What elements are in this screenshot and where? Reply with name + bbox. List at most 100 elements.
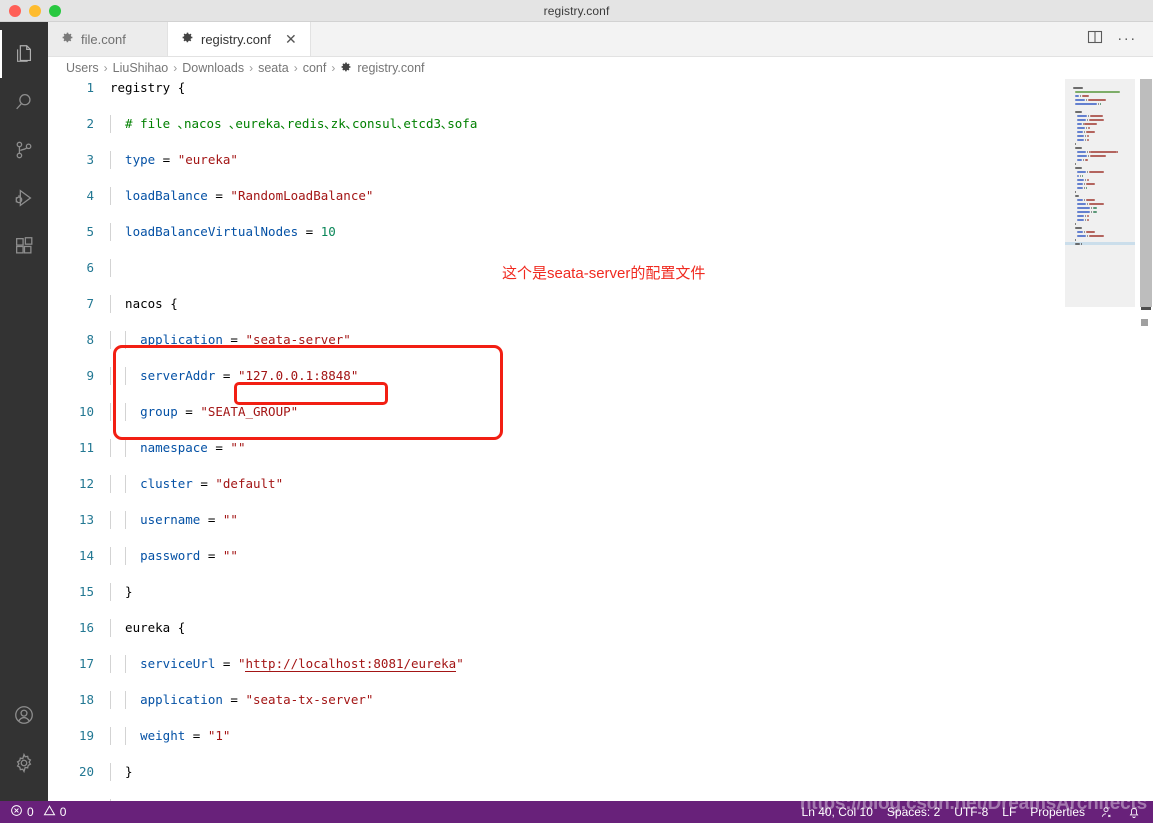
code-line[interactable]: 4 loadBalance = "RandomLoadBalance"	[48, 187, 1065, 205]
sidebar-item-explorer[interactable]	[0, 30, 48, 78]
warning-icon	[43, 804, 56, 820]
breadcrumb-label: conf	[302, 61, 327, 75]
breadcrumb-item-users[interactable]: Users	[66, 61, 99, 75]
code-line[interactable]: 7 nacos {	[48, 295, 1065, 313]
token-op: =	[200, 512, 223, 527]
breadcrumb-item-downloads[interactable]: Downloads	[182, 61, 244, 75]
token-str: ""	[222, 512, 238, 527]
breadcrumb-item-conf[interactable]: conf	[303, 61, 327, 75]
line-number: 19	[78, 728, 94, 743]
token-str: "eureka"	[177, 152, 238, 167]
sidebar-item-extensions[interactable]	[0, 222, 48, 270]
code-text: }	[110, 763, 133, 781]
code-line[interactable]: 14 password = ""	[48, 547, 1065, 565]
code-line[interactable]: 16 eureka {	[48, 619, 1065, 637]
code-line[interactable]: 1 registry {	[48, 79, 1065, 97]
code-text: type = "eureka"	[110, 151, 238, 169]
activity-bar	[0, 22, 48, 801]
status-eol[interactable]: LF	[1002, 805, 1016, 819]
error-count: 0	[27, 805, 34, 819]
token-str: "1"	[207, 728, 231, 743]
status-accounts-button[interactable]	[1099, 805, 1113, 819]
sidebar-item-settings[interactable]	[0, 739, 48, 787]
code-line[interactable]: 11 namespace = ""	[48, 439, 1065, 457]
token-key: group	[110, 404, 178, 419]
breadcrumb-item-file[interactable]: registry.conf	[340, 61, 425, 76]
code-line[interactable]: 17 serviceUrl = "http://localhost:8081/e…	[48, 655, 1065, 673]
more-actions-button[interactable]: ···	[1113, 25, 1141, 53]
code-line[interactable]: 9 serverAddr = "127.0.0.1:8848"	[48, 367, 1065, 385]
token-plain: }	[110, 764, 133, 779]
minimap-slider[interactable]	[1065, 79, 1135, 307]
token-key: username	[110, 512, 201, 527]
token-str: ""	[222, 548, 238, 563]
code-line[interactable]: 13 username = ""	[48, 511, 1065, 529]
scrollbar-thumb[interactable]	[1140, 79, 1152, 307]
token-str: "SEATA_GROUP"	[200, 404, 299, 419]
token-op: =	[177, 404, 201, 419]
files-icon	[13, 43, 35, 65]
tab-label: registry.conf	[201, 31, 271, 47]
code-line[interactable]: 5 loadBalanceVirtualNodes = 10	[48, 223, 1065, 241]
token-num: 10	[320, 224, 336, 239]
vscode-window: registry.conf file.conf registry.conf ✕ …	[0, 0, 1153, 823]
editor-area: 1 registry { 2 # file ､nacos ､eureka､redis…	[48, 79, 1153, 801]
token-plain: eureka {	[110, 620, 186, 635]
token-str: ""	[230, 440, 246, 455]
tab-label: file.conf	[81, 31, 126, 47]
gear-icon	[181, 31, 194, 47]
extensions-icon	[13, 235, 35, 257]
split-editor-right-button[interactable]	[1081, 25, 1109, 53]
status-language-mode[interactable]: Properties	[1030, 805, 1085, 819]
line-number: 7	[86, 296, 94, 311]
sidebar-item-search[interactable]	[0, 78, 48, 126]
editor-vertical-scrollbar[interactable]	[1139, 79, 1153, 801]
code-text: serviceUrl = "http://localhost:8081/eure…	[110, 655, 464, 673]
token-plain: }	[110, 584, 133, 599]
code-line[interactable]: 18 application = "seata-tx-server"	[48, 691, 1065, 709]
status-editor-position[interactable]: Ln 40, Col 10	[802, 805, 873, 819]
code-text: username = ""	[110, 511, 238, 529]
token-op: =	[207, 440, 231, 455]
code-line[interactable]: 15 }	[48, 583, 1065, 601]
tab-registry-conf[interactable]: registry.conf ✕	[168, 22, 311, 56]
status-encoding[interactable]: UTF-8	[954, 805, 988, 819]
token-op: =	[222, 692, 246, 707]
token-key: loadBalanceVirtualNodes	[110, 224, 299, 239]
token-str: "	[456, 656, 464, 671]
line-number: 20	[78, 764, 94, 779]
status-bar: 0 0 Ln 40, Col 10 Spaces: 2 UTF-8 LF Pro…	[0, 793, 1153, 823]
scrollbar-overview-dot	[1141, 319, 1148, 326]
line-number: 10	[78, 404, 94, 419]
code-editor[interactable]: 1 registry { 2 # file ､nacos ､eureka､redis…	[48, 79, 1065, 801]
code-line[interactable]: 3 type = "eureka"	[48, 151, 1065, 169]
breadcrumb-item-seata[interactable]: seata	[258, 61, 289, 75]
breadcrumb-item-liushihao[interactable]: LiuShihao	[113, 61, 169, 75]
token-link[interactable]: http://localhost:8081/eureka	[245, 656, 457, 672]
token-key: namespace	[110, 440, 208, 455]
minimap[interactable]	[1065, 79, 1135, 801]
status-problems[interactable]: 0 0	[10, 804, 66, 820]
code-text: # file ､nacos ､eureka､redis､zk､consul､et…	[110, 115, 477, 133]
token-key: cluster	[110, 476, 193, 491]
code-line[interactable]: 8 application = "seata-server"	[48, 331, 1065, 349]
code-line[interactable]: 12 cluster = "default"	[48, 475, 1065, 493]
code-line[interactable]: 2 # file ､nacos ､eureka､redis､zk､consul､…	[48, 115, 1065, 133]
tab-file-conf[interactable]: file.conf	[48, 22, 168, 56]
token-key: type	[110, 152, 156, 167]
split-editor-icon	[1087, 29, 1103, 50]
status-notifications-button[interactable]	[1127, 805, 1141, 819]
code-line[interactable]: 19 weight = "1"	[48, 727, 1065, 745]
sidebar-item-accounts[interactable]	[0, 691, 48, 739]
line-number: 16	[78, 620, 94, 635]
line-number: 11	[78, 440, 94, 455]
code-text: namespace = ""	[110, 439, 245, 457]
code-line[interactable]: 20 }	[48, 763, 1065, 781]
status-indentation[interactable]: Spaces: 2	[887, 805, 940, 819]
line-number: 17	[78, 656, 94, 671]
breadcrumb-label: seata	[258, 61, 289, 75]
code-line[interactable]: 10 group = "SEATA_GROUP"	[48, 403, 1065, 421]
close-icon[interactable]: ✕	[284, 32, 298, 46]
sidebar-item-source-control[interactable]	[0, 126, 48, 174]
sidebar-item-run-debug[interactable]	[0, 174, 48, 222]
